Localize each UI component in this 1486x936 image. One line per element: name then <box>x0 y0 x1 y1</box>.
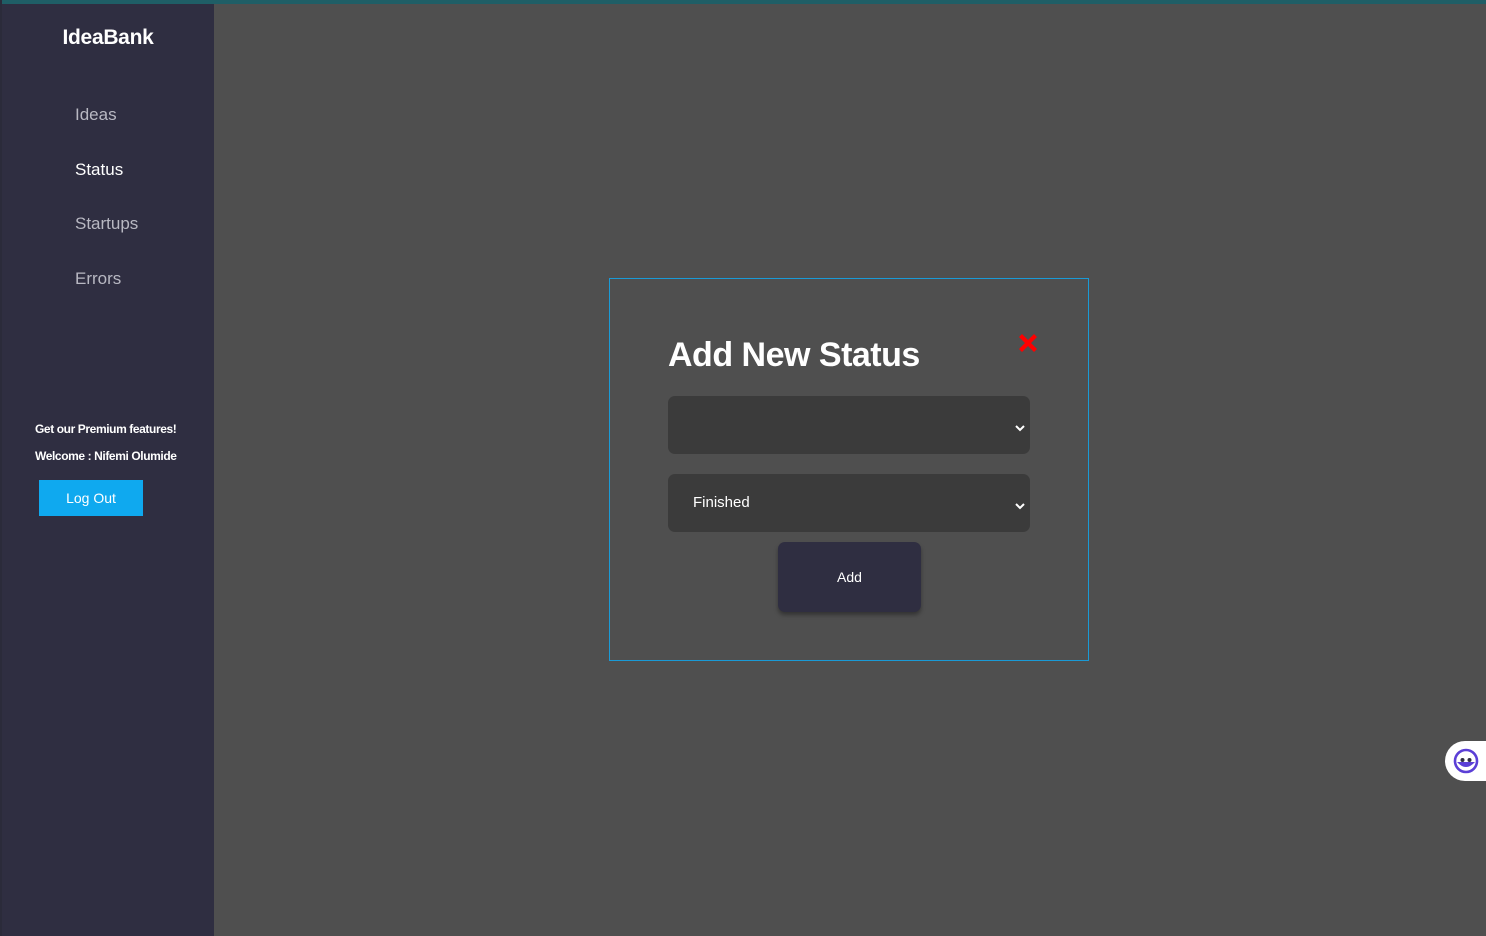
sidebar: IdeaBank Ideas Status Startups Errors Ge… <box>2 4 214 936</box>
modal-title: Add New Status <box>668 336 920 374</box>
welcome-text: Welcome : Nifemi Olumide <box>35 449 177 463</box>
chevron-down-icon <box>1014 420 1026 432</box>
app-brand[interactable]: IdeaBank <box>2 26 214 50</box>
chevron-down-icon <box>1014 498 1026 510</box>
premium-promo-text: Get our Premium features! <box>35 422 177 436</box>
sidebar-item-ideas[interactable]: Ideas <box>75 104 138 159</box>
status-select-value: Finished <box>693 494 750 511</box>
chat-widget[interactable] <box>1445 741 1486 781</box>
chat-bot-icon <box>1453 748 1479 774</box>
sidebar-nav: Ideas Status Startups Errors <box>75 104 138 322</box>
status-select[interactable]: Finished <box>668 474 1030 532</box>
add-button[interactable]: Add <box>778 542 921 612</box>
add-status-modal: Add New Status Finished Add <box>609 278 1089 661</box>
logout-button[interactable]: Log Out <box>39 480 143 516</box>
top-accent-line <box>0 0 1486 4</box>
close-x-icon[interactable] <box>1016 331 1040 355</box>
primary-select[interactable] <box>668 396 1030 454</box>
sidebar-item-startups[interactable]: Startups <box>75 213 138 268</box>
sidebar-item-errors[interactable]: Errors <box>75 268 138 323</box>
sidebar-item-status[interactable]: Status <box>75 159 138 214</box>
